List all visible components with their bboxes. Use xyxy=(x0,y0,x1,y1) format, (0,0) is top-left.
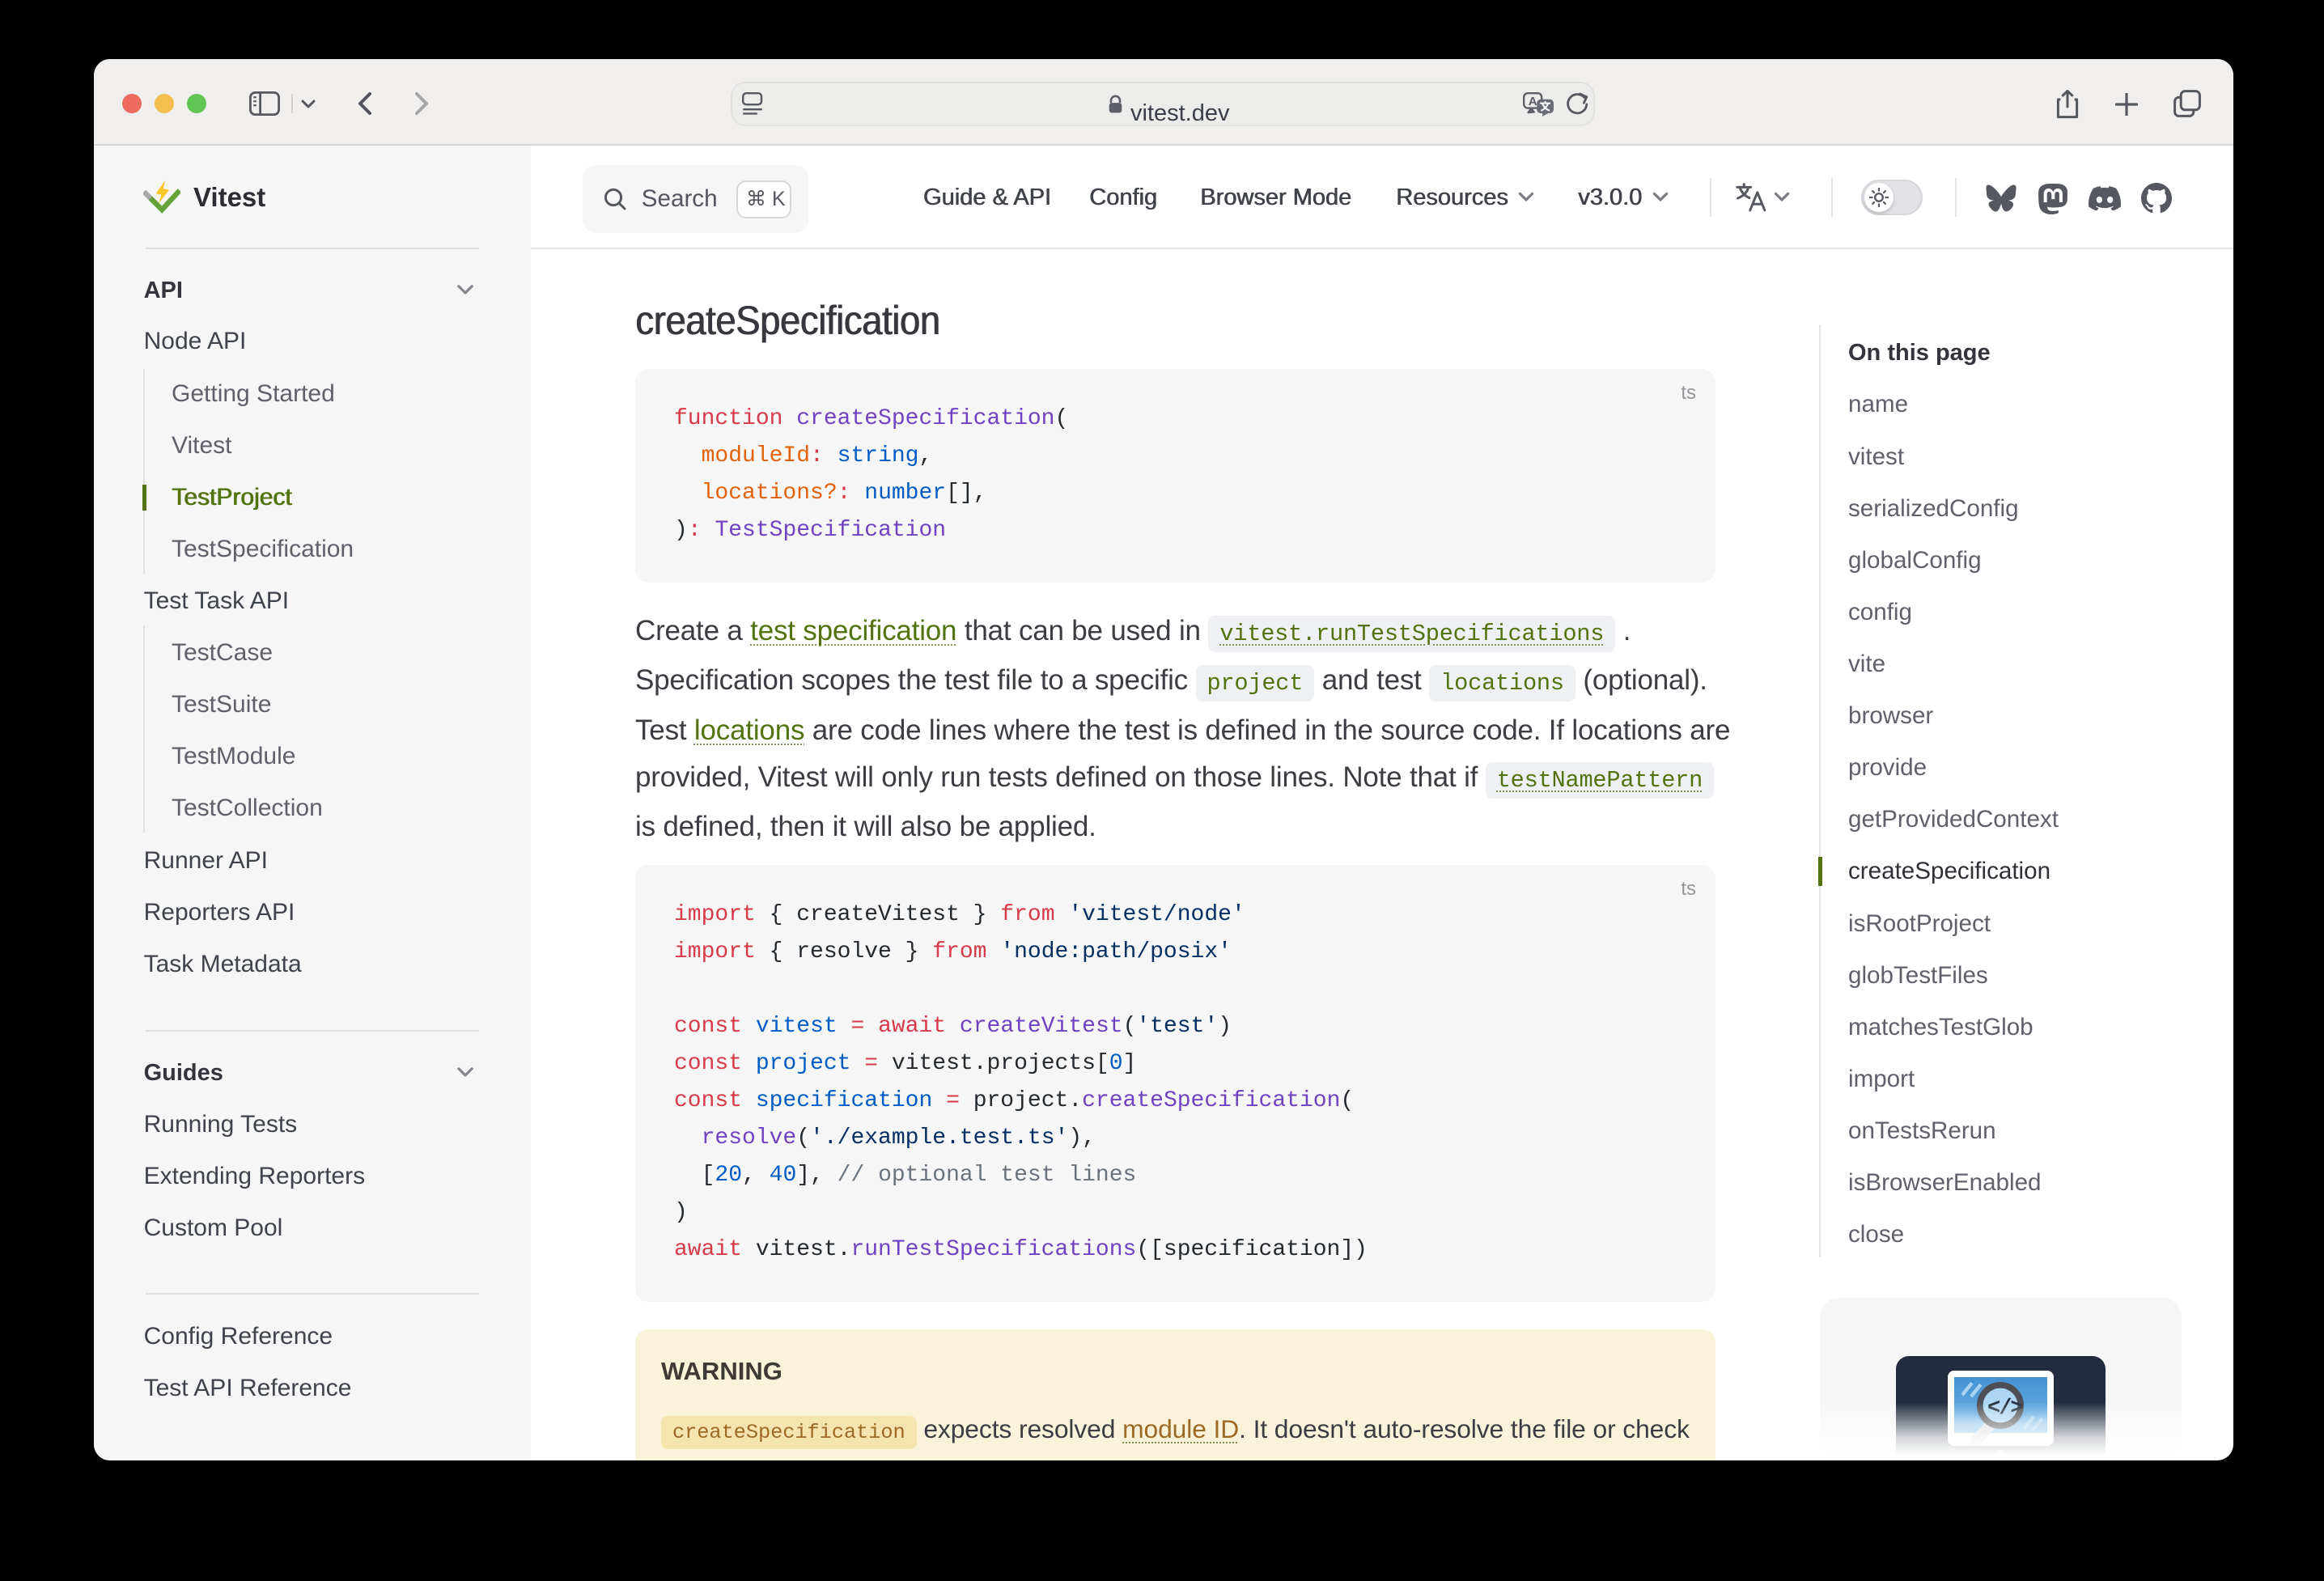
svg-text:A: A xyxy=(1529,95,1537,108)
